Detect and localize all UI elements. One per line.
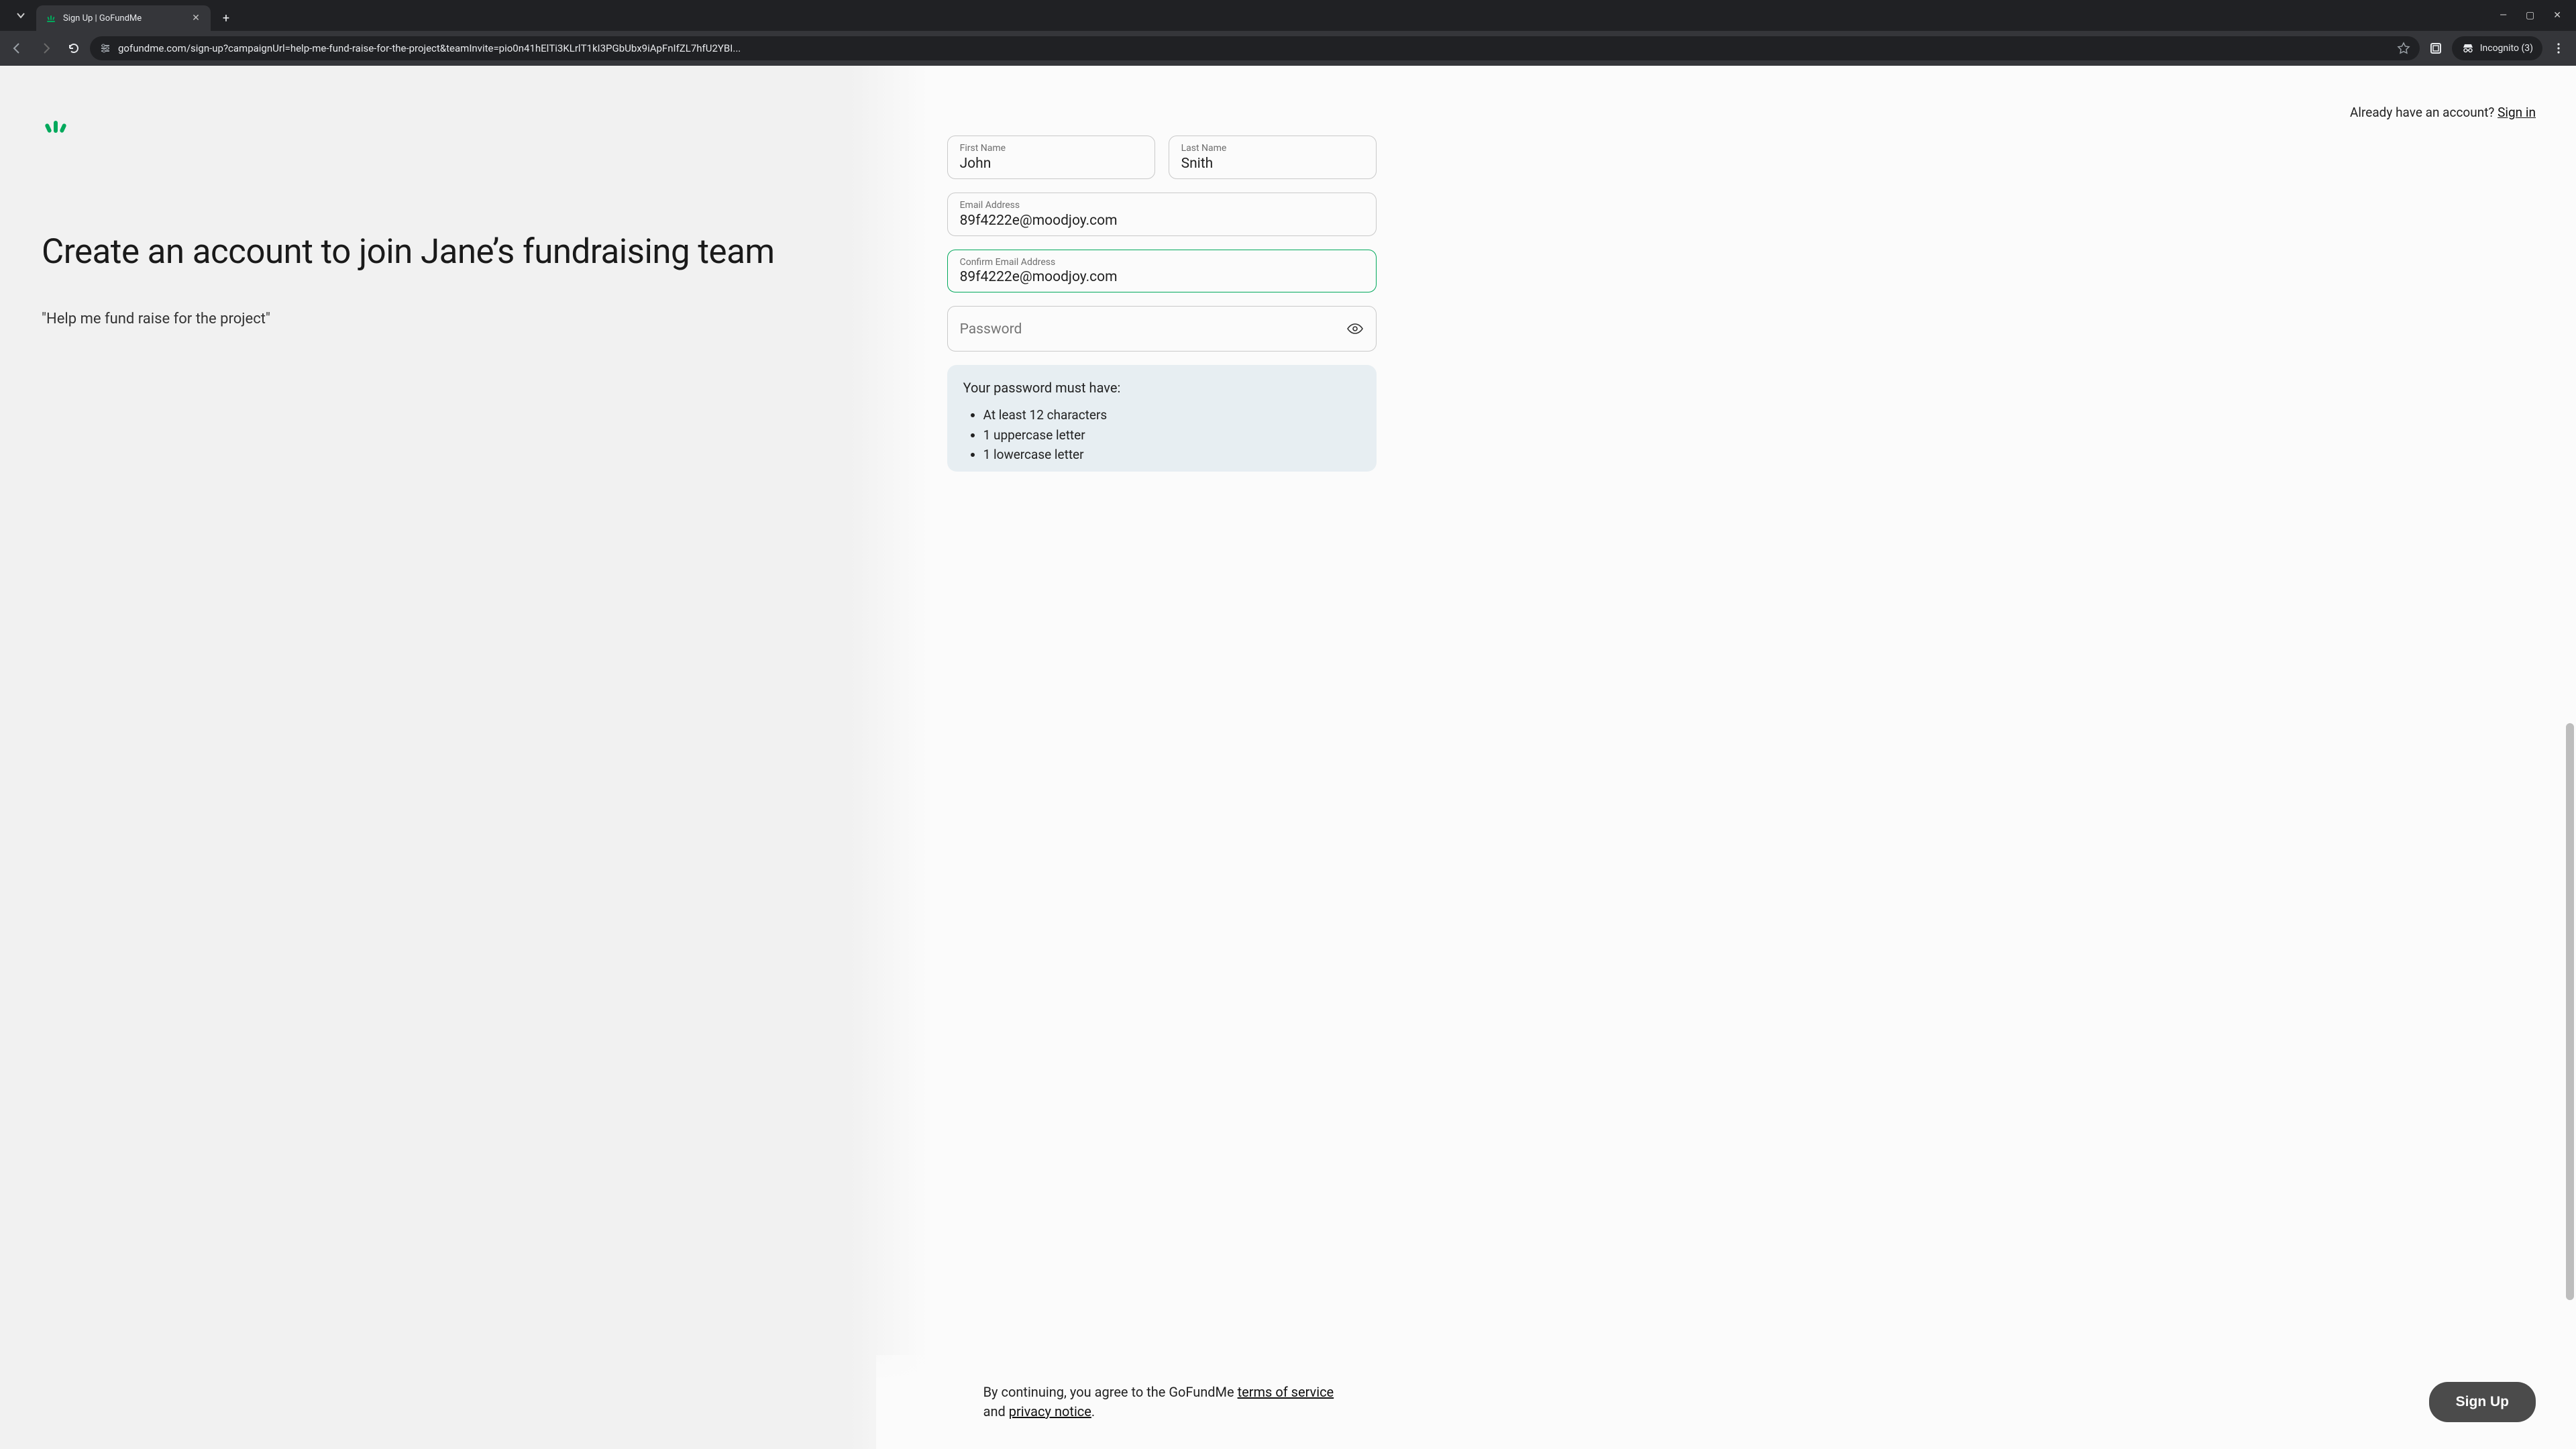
confirm-email-label: Confirm Email Address [960, 257, 1364, 268]
last-name-label: Last Name [1181, 143, 1364, 154]
confirm-email-input[interactable] [960, 269, 1364, 285]
reload-button[interactable] [62, 36, 86, 60]
first-name-field[interactable]: First Name [947, 136, 1155, 179]
email-label: Email Address [960, 200, 1364, 211]
password-hint-item: At least 12 characters [983, 405, 1360, 425]
chevron-down-icon [15, 10, 26, 21]
gofundme-logo-icon [42, 114, 70, 133]
signup-button[interactable]: Sign Up [2429, 1382, 2536, 1422]
tab-close-button[interactable]: ✕ [191, 13, 201, 23]
agree-post: . [1091, 1403, 1095, 1419]
new-tab-button[interactable]: + [215, 7, 237, 30]
arrow-left-icon [11, 42, 24, 55]
signup-form: First Name Last Name Email Address [947, 136, 1377, 472]
scrollbar-thumb[interactable] [2566, 723, 2574, 1300]
window-maximize-button[interactable]: ▢ [2526, 10, 2534, 21]
reader-icon [2429, 42, 2443, 55]
privacy-link[interactable]: privacy notice [1009, 1403, 1091, 1419]
form-scrollbar[interactable] [2565, 146, 2575, 1348]
signin-prompt: Already have an account? Sign in [2350, 105, 2536, 120]
browser-toolbar: gofundme.com/sign-up?campaignUrl=help-me… [0, 31, 2576, 66]
bookmark-button[interactable] [2397, 42, 2410, 55]
left-column: Create an account to join Jane’s fundrai… [0, 66, 876, 1449]
agree-pre: By continuing, you agree to the GoFundMe [983, 1384, 1238, 1400]
tab-search-button[interactable] [5, 0, 36, 31]
window-close-button[interactable]: ✕ [2553, 10, 2561, 21]
star-icon [2397, 42, 2410, 55]
signin-prompt-text: Already have an account? [2350, 105, 2498, 120]
forward-button[interactable] [34, 36, 58, 60]
agree-text: By continuing, you agree to the GoFundMe… [983, 1383, 1359, 1421]
incognito-icon [2461, 42, 2475, 55]
gofundme-favicon-icon [46, 13, 56, 23]
kebab-icon [2552, 42, 2565, 55]
first-name-label: First Name [960, 143, 1142, 154]
incognito-indicator[interactable]: Incognito (3) [2452, 36, 2542, 60]
page-headline: Create an account to join Jane’s fundrai… [42, 233, 844, 270]
password-field[interactable] [947, 306, 1377, 352]
back-button[interactable] [5, 36, 30, 60]
right-column: Already have an account? Sign in First N… [876, 66, 2576, 1449]
campaign-subquote: "Help me fund raise for the project" [42, 311, 844, 327]
browser-tabstrip: Sign Up | GoFundMe ✕ + ― ▢ ✕ [0, 0, 2576, 31]
last-name-field[interactable]: Last Name [1169, 136, 1377, 179]
password-hint-item: 1 uppercase letter [983, 425, 1360, 445]
last-name-input[interactable] [1181, 156, 1364, 172]
agree-mid: and [983, 1403, 1009, 1419]
reload-icon [67, 42, 80, 55]
email-input[interactable] [960, 213, 1364, 229]
email-field[interactable]: Email Address [947, 193, 1377, 236]
browser-tab[interactable]: Sign Up | GoFundMe ✕ [36, 5, 211, 31]
arrow-right-icon [39, 42, 52, 55]
window-minimize-button[interactable]: ― [2500, 10, 2507, 21]
terms-link[interactable]: terms of service [1238, 1384, 1334, 1400]
site-info-button[interactable] [99, 42, 111, 54]
incognito-label: Incognito (3) [2480, 43, 2533, 54]
url-text: gofundme.com/sign-up?campaignUrl=help-me… [118, 42, 2386, 54]
reader-mode-button[interactable] [2424, 36, 2448, 60]
footer-bar: By continuing, you agree to the GoFundMe… [876, 1355, 2576, 1449]
browser-menu-button[interactable] [2546, 36, 2571, 60]
eye-icon [1346, 320, 1364, 337]
password-hints-title: Your password must have: [963, 380, 1360, 396]
address-bar[interactable]: gofundme.com/sign-up?campaignUrl=help-me… [90, 36, 2420, 60]
tab-title: Sign Up | GoFundMe [63, 13, 142, 23]
password-hints: Your password must have: At least 12 cha… [947, 365, 1377, 471]
password-input[interactable] [960, 321, 1364, 337]
toggle-password-visibility-button[interactable] [1346, 320, 1364, 337]
tune-icon [99, 42, 111, 54]
page-content: Create an account to join Jane’s fundrai… [0, 66, 2576, 1449]
first-name-input[interactable] [960, 156, 1142, 172]
password-hint-item: 1 lowercase letter [983, 445, 1360, 464]
confirm-email-field[interactable]: Confirm Email Address [947, 250, 1377, 293]
signin-link[interactable]: Sign in [2498, 105, 2536, 120]
